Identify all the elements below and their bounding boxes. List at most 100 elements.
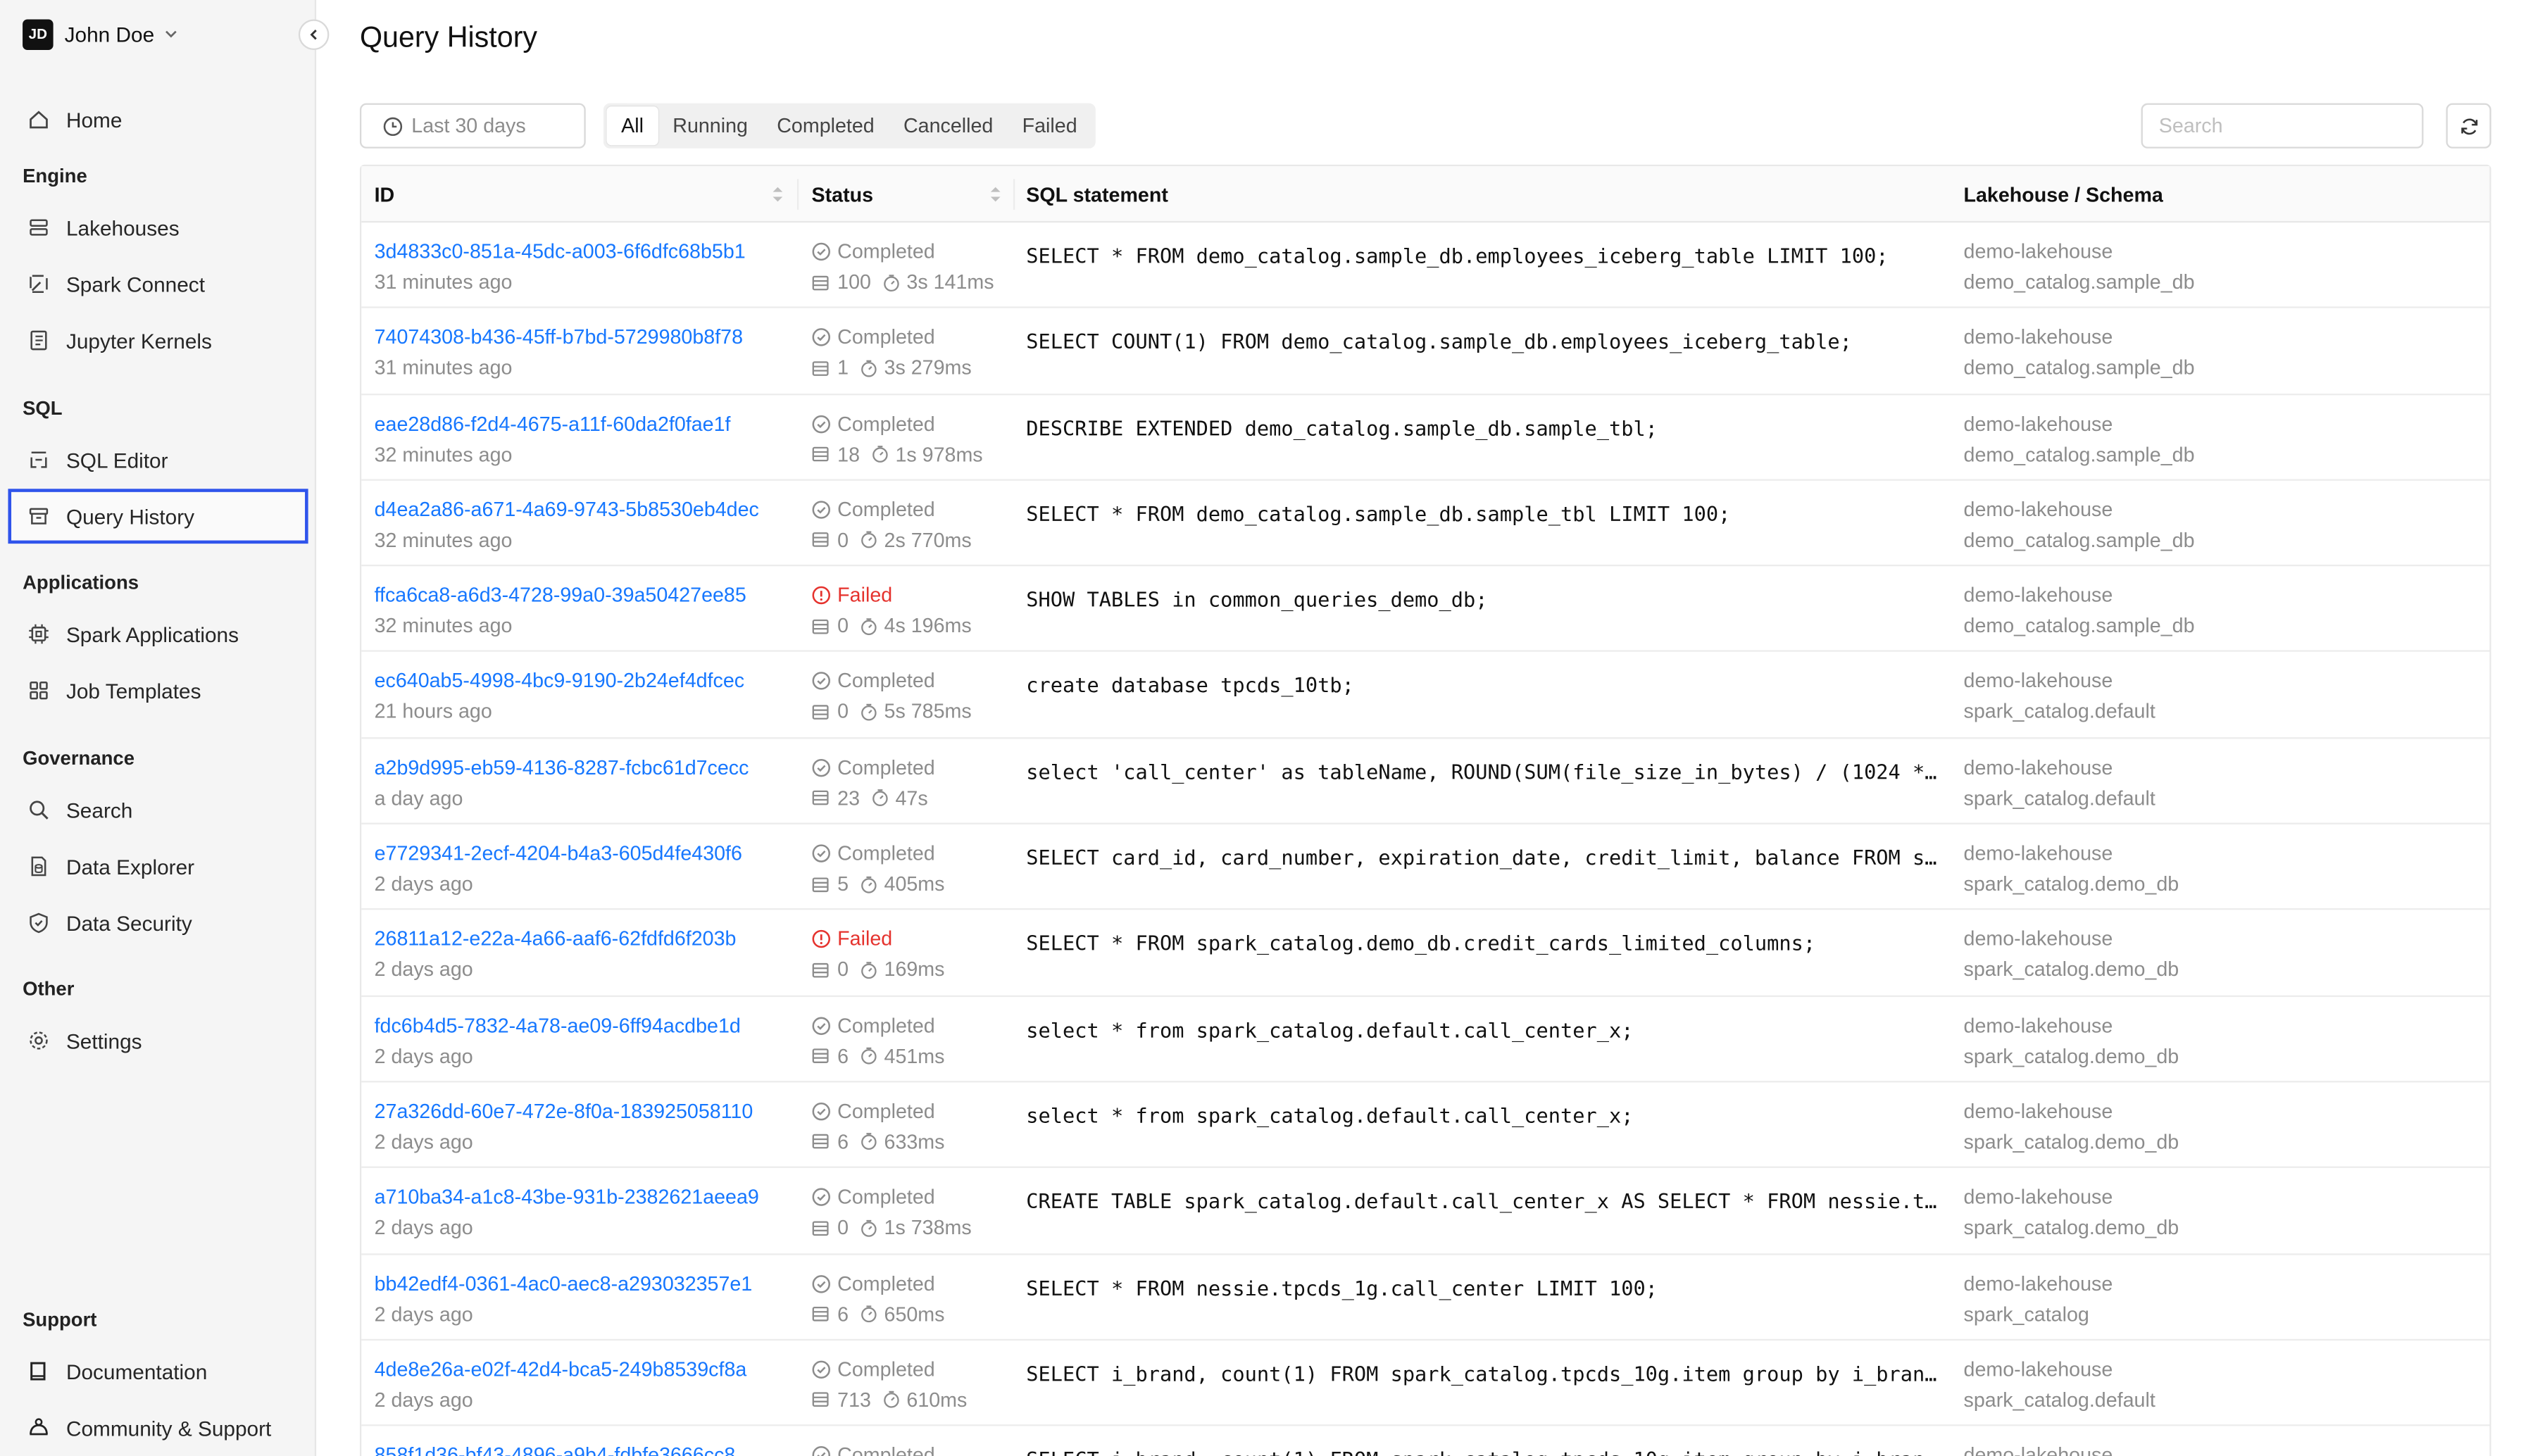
id-cell: 27a326dd-60e7-472e-8f0a-183925058110 2 da… (375, 1098, 753, 1155)
query-id-link[interactable]: a710ba34-a1c8-43be-931b-2382621aeea9 (375, 1184, 759, 1210)
sidebar-item-label: Data Security (65, 910, 192, 935)
query-id-link[interactable]: 74074308-b436-45ff-b7bd-5729980b8f78 (375, 325, 743, 351)
sidebar-item-search[interactable]: Search (8, 782, 308, 837)
status-text: Failed (837, 928, 893, 951)
check-circle-icon (812, 758, 830, 777)
query-id-link[interactable]: d4ea2a86-a671-4a69-9743-5b8530eb4dec (375, 496, 759, 522)
schema-name: demo_catalog.sample_db (1963, 443, 2195, 466)
query-id-link[interactable]: 26811a12-e22a-4a66-aaf6-62fdfd6f203b (375, 927, 737, 953)
status-badge: Completed (812, 239, 994, 265)
row-count: 0 (837, 701, 849, 724)
refresh-icon (2460, 118, 2477, 134)
sidebar-item-lakehouses[interactable]: Lakehouses (8, 200, 308, 255)
duration: 1s 978ms (895, 443, 983, 466)
status-badge: Failed (812, 583, 972, 609)
table-row[interactable]: a2b9d995-eb59-4136-8287-fcbc61d7cecc a da… (361, 739, 2490, 825)
sidebar-item-settings[interactable]: Settings (8, 1013, 308, 1068)
rows-icon (812, 275, 829, 290)
query-id-link[interactable]: 27a326dd-60e7-472e-8f0a-183925058110 (375, 1098, 753, 1124)
row-count: 5 (837, 872, 849, 896)
column-header-id[interactable]: ID (375, 166, 797, 222)
row-count: 23 (837, 786, 861, 810)
sidebar-item-job-templates[interactable]: Job Templates (8, 663, 308, 718)
filter-tab-completed[interactable]: Completed (763, 106, 889, 145)
lakehouse-cell: demo-lakehouse spark_catalog.default (1964, 755, 2155, 811)
query-id-link[interactable]: 3d4833c0-851a-45dc-a003-6f6dfc68b5b1 (375, 239, 746, 265)
query-time: 2 days ago (374, 1388, 473, 1412)
sidebar-item-jupyter-kernels[interactable]: Jupyter Kernels (8, 313, 308, 368)
lakehouse-name: demo-lakehouse (1963, 670, 2113, 694)
table-row[interactable]: 858f1d36-bf43-4896-a9b4-fdbfe3666cc8 Comp… (361, 1426, 2489, 1456)
query-id-link[interactable]: bb42edf4-0361-4ac0-aec8-a293032357e1 (375, 1271, 753, 1297)
query-id-link[interactable]: ffca6ca8-a6d3-4728-99a0-39a50427ee85 (375, 583, 746, 609)
error-icon (812, 586, 830, 605)
date-range-button[interactable]: Last 30 days (359, 103, 586, 149)
sidebar-item-community-and-support[interactable]: Community & Support (8, 1400, 308, 1455)
table-row[interactable]: bb42edf4-0361-4ac0-aec8-a293032357e1 2 da… (361, 1255, 2490, 1341)
status-cell: Completed 18 1s 978ms (812, 410, 983, 467)
query-time: 31 minutes ago (374, 270, 513, 294)
schema-name: demo_catalog.sample_db (1963, 615, 2195, 638)
sidebar-item-documentation[interactable]: Documentation (8, 1344, 308, 1399)
lakehouse-cell: demo-lakehouse spark_catalog.demo_db (1964, 1184, 2179, 1241)
sidebar-item-spark-applications[interactable]: Spark Applications (8, 607, 308, 662)
table-row[interactable]: a710ba34-a1c8-43be-931b-2382621aeea9 2 da… (361, 1169, 2490, 1255)
timer-icon (861, 532, 877, 549)
filter-tab-cancelled[interactable]: Cancelled (889, 106, 1008, 145)
table-row[interactable]: eae28d86-f2d4-4675-a11f-60da2f0fae1f 32 m… (361, 394, 2490, 481)
status-cell: Completed 5 405ms (812, 841, 945, 897)
query-time: 31 minutes ago (374, 357, 513, 380)
table-row[interactable]: 27a326dd-60e7-472e-8f0a-183925058110 2 da… (361, 1082, 2490, 1169)
archive-icon (29, 508, 49, 525)
clock-icon (383, 116, 403, 135)
id-cell: d4ea2a86-a671-4a69-9743-5b8530eb4dec 32 m… (375, 496, 759, 553)
query-id-link[interactable]: 4de8e26a-e02f-42d4-bca5-249b8539cf8a (375, 1357, 747, 1383)
column-header-status[interactable]: Status (812, 166, 1015, 222)
status-cell: Completed 6 650ms (812, 1271, 945, 1327)
sidebar-item-data-explorer[interactable]: Data Explorer (8, 839, 308, 893)
status-badge: Completed (812, 325, 972, 351)
id-cell: a710ba34-a1c8-43be-931b-2382621aeea9 2 da… (375, 1184, 759, 1241)
sidebar-item-home[interactable]: Home (8, 92, 308, 147)
query-id-link[interactable]: fdc6b4d5-7832-4a78-ae09-6ff94acdbe1d (375, 1012, 741, 1038)
table-row[interactable]: d4ea2a86-a671-4a69-9743-5b8530eb4dec 32 m… (361, 481, 2490, 567)
table-row[interactable]: 3d4833c0-851a-45dc-a003-6f6dfc68b5b1 31 m… (361, 222, 2490, 309)
lakehouse-cell: demo-lakehouse spark_catalog (1964, 1271, 2113, 1327)
table-row[interactable]: 4de8e26a-e02f-42d4-bca5-249b8539cf8a 2 da… (361, 1341, 2490, 1426)
collapse-sidebar-button[interactable] (298, 19, 330, 51)
sidebar-item-sql-editor[interactable]: SQL Editor (8, 432, 308, 487)
query-id-link[interactable]: 858f1d36-bf43-4896-a9b4-fdbfe3666cc8 (375, 1443, 736, 1456)
sidebar: JD John Doe Home Engine Lakehouses Spark Co… (0, 0, 317, 1456)
schema-name: demo_catalog.sample_db (1963, 270, 2195, 294)
refresh-button[interactable] (2446, 103, 2491, 149)
table-row[interactable]: 74074308-b436-45ff-b7bd-5729980b8f78 31 m… (361, 308, 2490, 395)
sidebar-item-query-history[interactable]: Query History (8, 489, 308, 544)
table-row[interactable]: ec640ab5-4998-4bc9-9190-2b24ef4dfcec 21 h… (361, 653, 2490, 739)
timer-icon (872, 789, 888, 807)
sidebar-item-data-security[interactable]: Data Security (8, 896, 308, 950)
query-id-link[interactable]: ec640ab5-4998-4bc9-9190-2b24ef4dfcec (375, 669, 745, 695)
section-title-applications: Applications (23, 571, 139, 594)
query-id-link[interactable]: e7729341-2ecf-4204-b4a3-605d4fe430f6 (375, 841, 742, 867)
filter-tab-running[interactable]: Running (658, 106, 763, 145)
query-id-link[interactable]: eae28d86-f2d4-4675-a11f-60da2f0fae1f (375, 410, 731, 437)
schema-name: spark_catalog.demo_db (1963, 1217, 2179, 1240)
section-title-engine: Engine (23, 164, 87, 187)
gear-icon (30, 1031, 48, 1050)
sql-statement: SELECT * FROM demo_catalog.sample_db.emp… (1026, 243, 1889, 268)
search-input[interactable] (2141, 103, 2424, 149)
filter-tab-all[interactable]: All (606, 106, 658, 146)
query-id-link[interactable]: a2b9d995-eb59-4136-8287-fcbc61d7cecc (375, 755, 749, 781)
table-row[interactable]: 26811a12-e22a-4a66-aaf6-62fdfd6f203b 2 da… (361, 910, 2490, 997)
user-menu[interactable]: JD John Doe (23, 18, 178, 50)
sql-statement: CREATE TABLE spark_catalog.default.call_… (1026, 1189, 1946, 1214)
table-row[interactable]: e7729341-2ecf-4204-b4a3-605d4fe430f6 2 da… (361, 824, 2490, 911)
check-circle-icon (812, 328, 830, 347)
table-row[interactable]: ffca6ca8-a6d3-4728-99a0-39a50427ee85 32 m… (361, 567, 2490, 653)
query-time: 2 days ago (374, 958, 473, 981)
filter-tab-failed[interactable]: Failed (1008, 106, 1091, 145)
status-badge: Completed (812, 1443, 935, 1456)
schema-name: spark_catalog.demo_db (1963, 958, 2179, 981)
table-row[interactable]: fdc6b4d5-7832-4a78-ae09-6ff94acdbe1d 2 da… (361, 996, 2490, 1083)
sidebar-item-spark-connect[interactable]: Spark Connect (8, 256, 308, 311)
